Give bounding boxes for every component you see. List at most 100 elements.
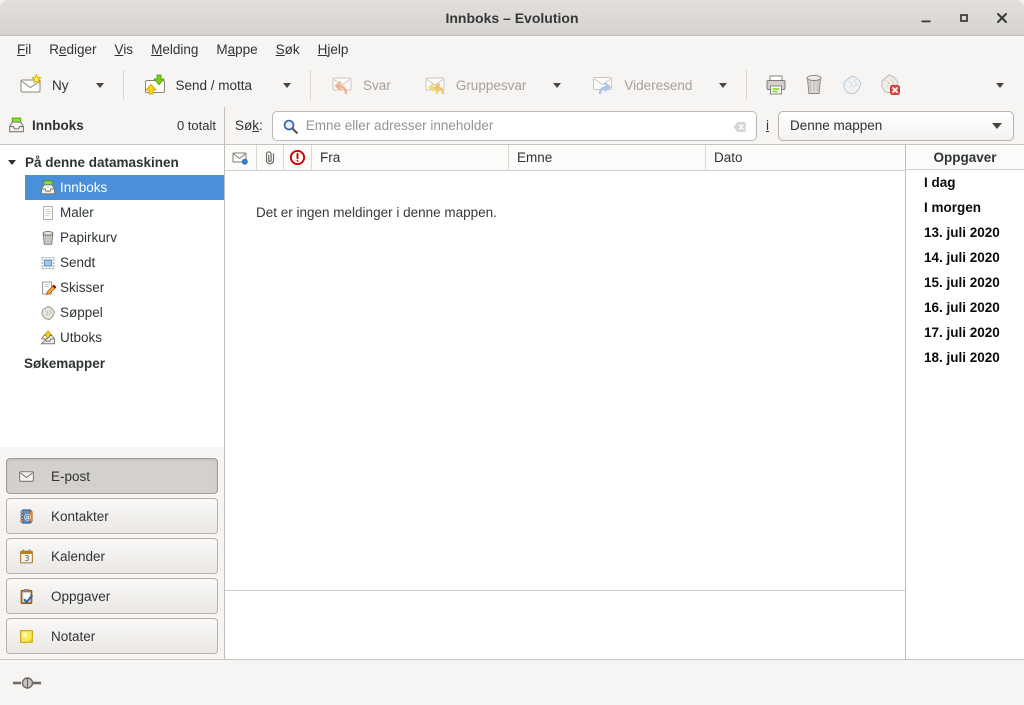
sidebar-item-skisser[interactable]: Skisser [25, 275, 224, 300]
toolbar-separator [123, 70, 124, 100]
folder-label: Søppel [60, 305, 103, 320]
menu-hjelp[interactable]: Hjelp [309, 39, 358, 60]
junk-button[interactable] [833, 68, 871, 102]
switcher-contacts-button[interactable]: @ Kontakter [6, 498, 218, 534]
inbox-icon [8, 117, 25, 134]
search-bar: Søk: i Denne mappen [225, 107, 1024, 144]
sidebar-item-utboks[interactable]: Utboks [25, 325, 224, 350]
not-junk-button[interactable] [871, 68, 909, 102]
inbox-icon [40, 180, 56, 196]
sidebar-item-soppel[interactable]: Søppel [25, 300, 224, 325]
task-date-item[interactable]: 14. juli 2020 [906, 245, 1024, 270]
folder-label: Utboks [60, 330, 102, 345]
message-status-icon [232, 150, 249, 166]
toolbar-separator [746, 70, 747, 100]
priority-icon [289, 149, 306, 166]
toolbar-overflow-button[interactable] [986, 68, 1014, 102]
task-date-item[interactable]: 16. juli 2020 [906, 295, 1024, 320]
send-receive-button[interactable]: Send / motta [134, 67, 301, 103]
delete-button[interactable] [795, 68, 833, 102]
close-button[interactable] [990, 6, 1014, 30]
task-date-item[interactable]: 17. juli 2020 [906, 320, 1024, 345]
expander-icon[interactable] [8, 158, 18, 168]
group-reply-icon [423, 73, 447, 97]
menu-vis[interactable]: Vis [106, 39, 143, 60]
close-icon [994, 10, 1010, 26]
delete-icon [802, 73, 826, 97]
task-date-item[interactable]: 18. juli 2020 [906, 345, 1024, 370]
reply-label: Svar [363, 78, 391, 93]
maximize-icon [956, 10, 972, 26]
switcher-calendar-button[interactable]: 3 Kalender [6, 538, 218, 574]
main-area: På denne datamaskinen Innboks Maler [0, 145, 1024, 659]
sidebar-item-papirkurv[interactable]: Papirkurv [25, 225, 224, 250]
folder-tree: På denne datamaskinen Innboks Maler [0, 145, 224, 447]
titlebar[interactable]: Innboks – Evolution [0, 0, 1024, 36]
chevron-down-icon [719, 83, 727, 88]
tree-group-on-this-computer[interactable]: På denne datamaskinen [0, 150, 224, 175]
search-scope-dropdown[interactable]: Denne mappen [778, 111, 1014, 141]
chevron-down-icon [992, 123, 1002, 129]
column-message-status[interactable] [225, 145, 257, 170]
menu-sok[interactable]: Søk [267, 39, 309, 60]
clear-icon[interactable] [732, 119, 748, 135]
column-subject[interactable]: Emne [509, 145, 706, 170]
print-icon [764, 73, 788, 97]
toolbar-separator [310, 70, 311, 100]
online-status-button[interactable] [12, 675, 48, 691]
minimize-button[interactable] [914, 6, 938, 30]
trash-icon [40, 230, 56, 246]
search-folders-label: Søkemapper [24, 356, 105, 371]
column-date[interactable]: Dato [706, 145, 905, 170]
menu-melding[interactable]: Melding [142, 39, 207, 60]
maximize-button[interactable] [952, 6, 976, 30]
switcher-mail-button[interactable]: E-post [6, 458, 218, 494]
chevron-down-icon [283, 83, 291, 88]
search-icon [282, 118, 299, 135]
group-reply-label: Gruppesvar [456, 78, 527, 93]
message-list-body[interactable]: Det er ingen meldinger i denne mappen. [225, 171, 905, 590]
menu-mappe[interactable]: Mappe [207, 39, 266, 60]
svg-text:@: @ [24, 512, 31, 521]
group-reply-button[interactable]: Gruppesvar [414, 67, 571, 103]
search-scope-value: Denne mappen [790, 118, 992, 133]
menu-rediger[interactable]: Rediger [40, 39, 105, 60]
sidebar-item-innboks[interactable]: Innboks [25, 175, 224, 200]
sidebar-item-sendt[interactable]: Sendt [25, 250, 224, 275]
reply-icon [330, 73, 354, 97]
forward-button[interactable]: Videresend [582, 67, 736, 103]
sidebar-item-sokemapper[interactable]: Søkemapper [0, 351, 224, 376]
plug-icon [12, 675, 48, 691]
menu-fil[interactable]: Fil [8, 39, 40, 60]
task-date-item[interactable]: I dag [906, 170, 1024, 195]
print-button[interactable] [757, 68, 795, 102]
folder-label: Papirkurv [60, 230, 117, 245]
message-list-pane: Fra Emne Dato Det er ingen meldinger i d… [225, 145, 905, 659]
task-date-item[interactable]: 15. juli 2020 [906, 270, 1024, 295]
search-input[interactable] [273, 118, 756, 133]
switcher-tasks-button[interactable]: Oppgaver [6, 578, 218, 614]
sent-icon [40, 255, 56, 271]
column-attachment[interactable] [257, 145, 284, 170]
column-priority[interactable] [284, 145, 312, 170]
view-switcher: E-post @ Kontakter [0, 447, 224, 659]
task-date-item[interactable]: 13. juli 2020 [906, 220, 1024, 245]
task-pane-header[interactable]: Oppgaver [906, 145, 1024, 170]
calendar-icon: 3 [18, 548, 35, 565]
new-message-button[interactable]: Ny [10, 67, 113, 103]
reply-button[interactable]: Svar [321, 67, 400, 103]
folder-label: Maler [60, 205, 94, 220]
folder-label: Sendt [60, 255, 95, 270]
column-from[interactable]: Fra [312, 145, 509, 170]
folder-total-count: 0 totalt [177, 118, 216, 133]
not-junk-icon [878, 73, 902, 97]
sidebar-item-maler[interactable]: Maler [25, 200, 224, 225]
templates-icon [40, 205, 56, 221]
status-bar [0, 659, 1024, 705]
search-label: Søk: [235, 118, 263, 133]
switcher-memos-button[interactable]: Notater [6, 618, 218, 654]
minimize-icon [918, 10, 934, 26]
task-date-item[interactable]: I morgen [906, 195, 1024, 220]
new-message-label: Ny [52, 78, 69, 93]
task-pane: Oppgaver I dag I morgen 13. juli 2020 14… [905, 145, 1024, 659]
